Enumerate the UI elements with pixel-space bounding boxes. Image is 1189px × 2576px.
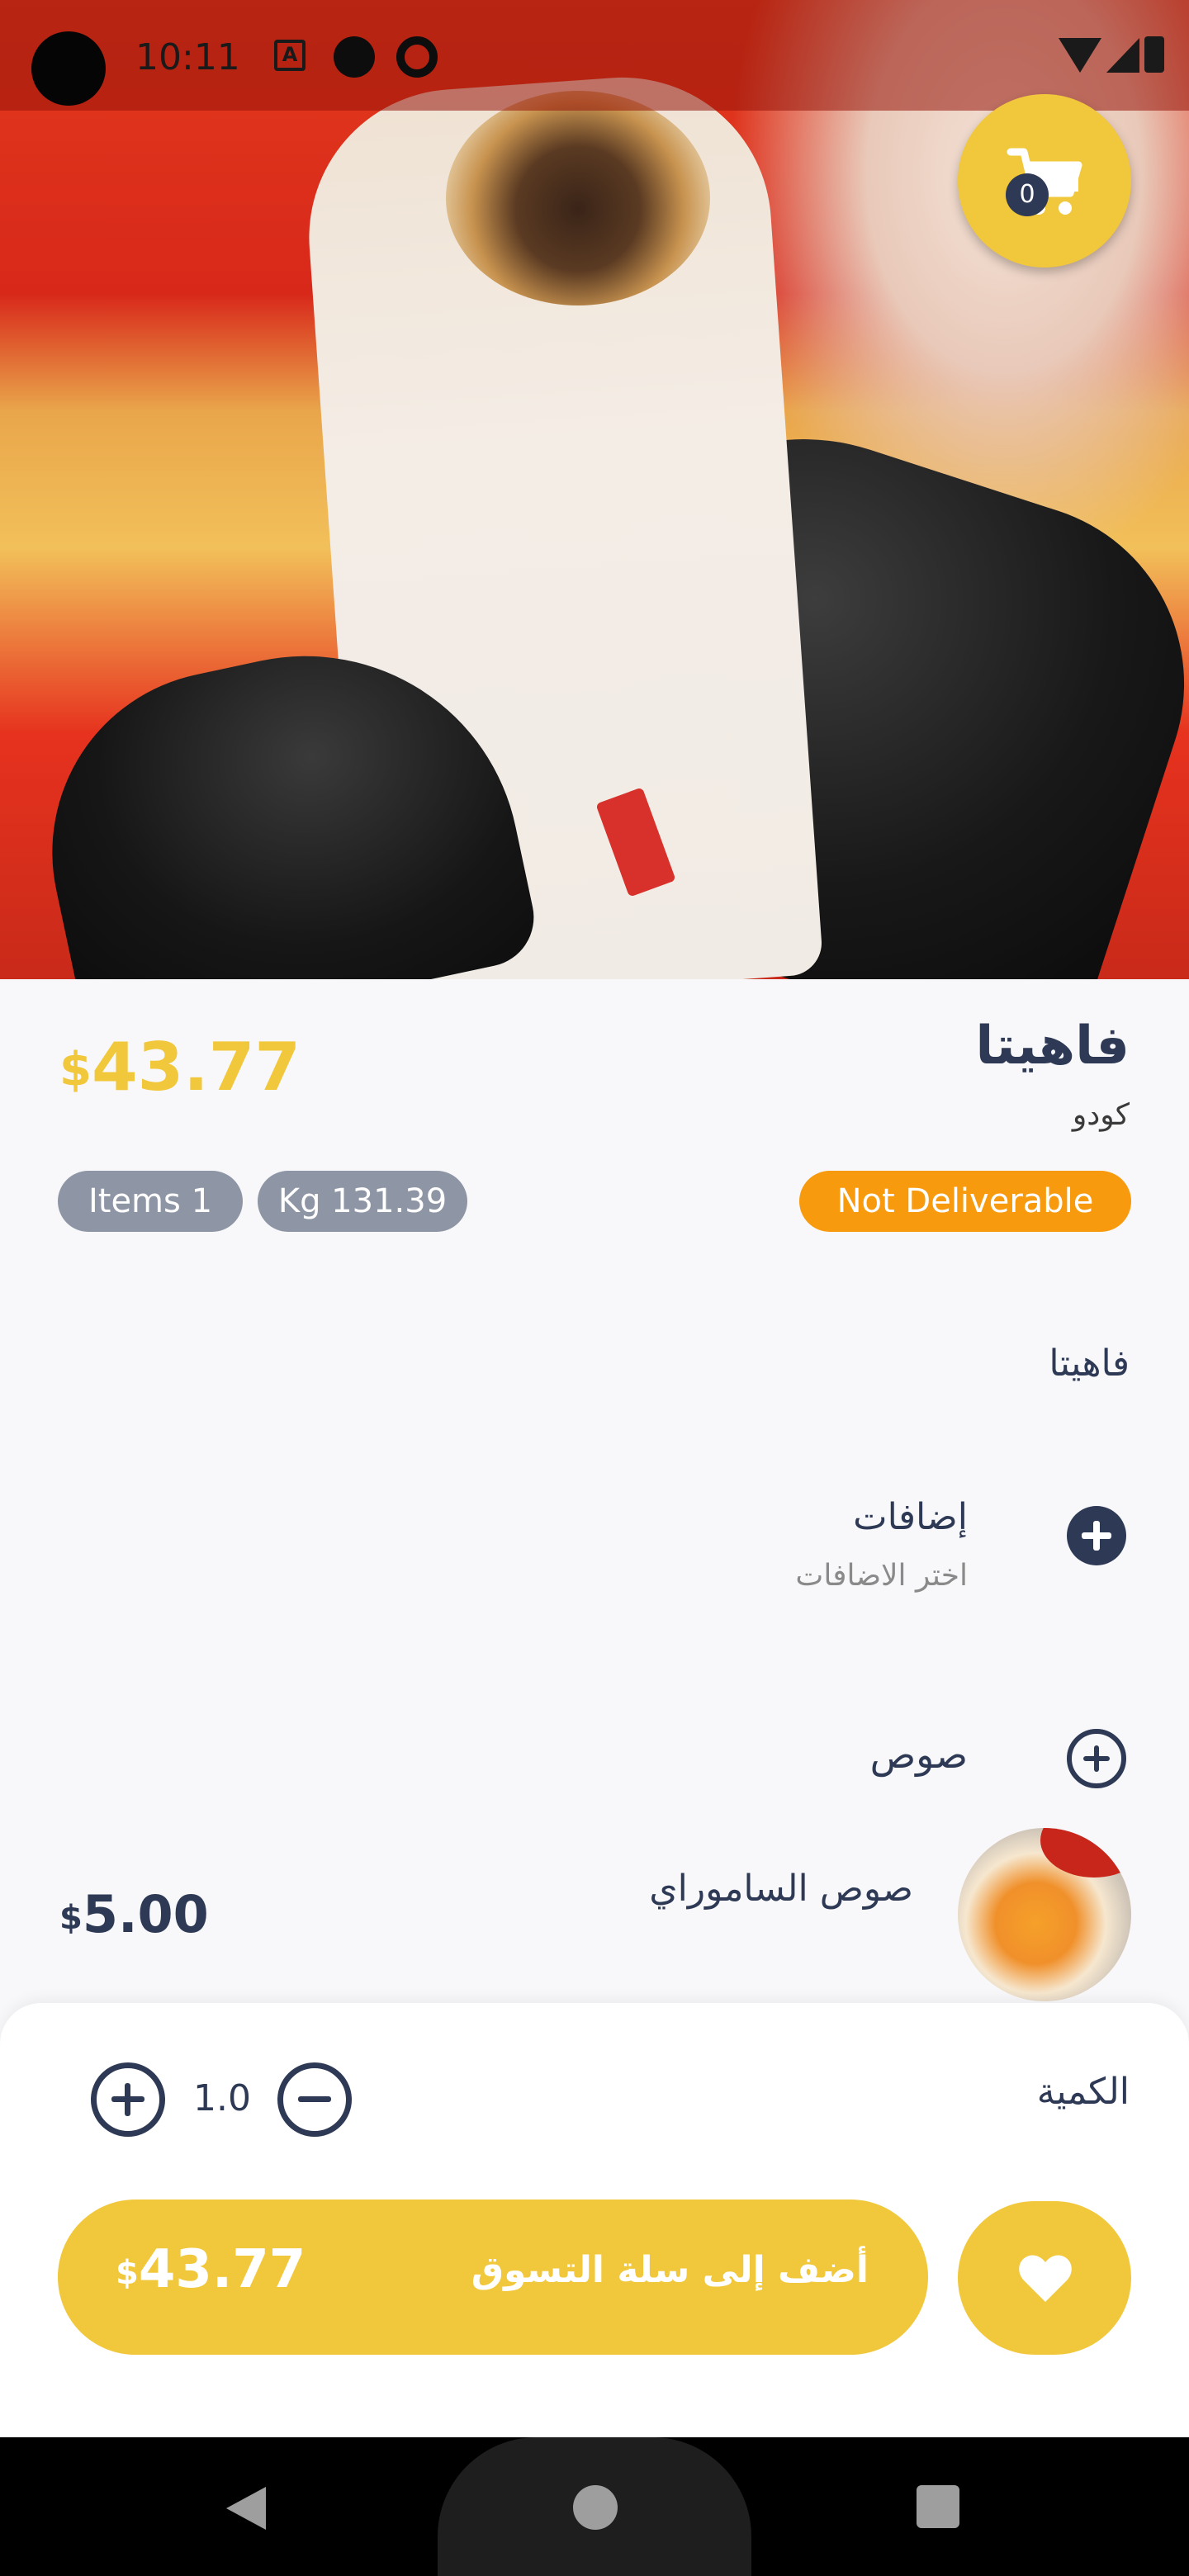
- quantity-increase-button[interactable]: [91, 2062, 165, 2137]
- product-title: فاهيتا: [975, 1016, 1130, 1077]
- add-to-cart-label: أضف إلى سلة التسوق: [471, 2249, 869, 2291]
- favorite-button[interactable]: [958, 2201, 1131, 2355]
- battery-icon: [1144, 36, 1164, 73]
- price-currency: $: [59, 1043, 92, 1096]
- sauce-image: [958, 1828, 1131, 2001]
- system-indicators: [1059, 36, 1164, 73]
- addons-subtitle: اختر الاضافات: [795, 1559, 968, 1593]
- sauce-section-title: صوص: [869, 1732, 968, 1777]
- camera-cutout: [31, 31, 106, 106]
- weight-badge: Kg 131.39: [258, 1171, 467, 1232]
- cell-signal-icon: [1106, 38, 1139, 73]
- notification-ring-icon: [396, 36, 438, 78]
- sauce-option-name[interactable]: صوص الساموراي: [649, 1868, 913, 1910]
- sauce-price-currency: $: [59, 1899, 83, 1937]
- heart-icon: [1019, 2255, 1072, 2302]
- add-sauce-button[interactable]: [1067, 1729, 1126, 1788]
- quantity-value: 1.0: [193, 2077, 251, 2119]
- cart-count-badge: 0: [1006, 173, 1049, 216]
- notification-a-icon: A: [274, 40, 306, 71]
- add-to-cart-button[interactable]: أضف إلى سلة التسوق $43.77: [58, 2200, 928, 2355]
- price-value: 43.77: [91, 1029, 301, 1106]
- quantity-label: الكمية: [1036, 2071, 1130, 2113]
- add-to-cart-price: $43.77: [116, 2239, 306, 2300]
- wrap-filling-shape: [446, 91, 710, 305]
- back-icon[interactable]: [226, 2487, 266, 2530]
- status-time: 10:11: [135, 36, 240, 78]
- add-addons-button[interactable]: [1067, 1506, 1126, 1565]
- wifi-icon: [1059, 38, 1101, 73]
- delivery-status-badge: Not Deliverable: [799, 1171, 1131, 1232]
- product-vendor: كودو: [1072, 1098, 1130, 1132]
- notification-dot-icon: [334, 36, 375, 78]
- quantity-decrease-button[interactable]: [277, 2062, 352, 2137]
- cart-button[interactable]: 0: [958, 94, 1131, 268]
- addons-title: إضافات: [853, 1496, 968, 1538]
- status-bar: 10:11 A: [0, 0, 1189, 111]
- recents-icon[interactable]: [917, 2485, 959, 2528]
- sauce-price-value: 5.00: [82, 1884, 209, 1944]
- home-icon[interactable]: [573, 2485, 618, 2530]
- add-to-cart-price-currency: $: [116, 2254, 139, 2292]
- add-to-cart-price-value: 43.77: [138, 2239, 306, 2300]
- items-badge: Items 1: [58, 1171, 243, 1232]
- product-description: فاهيتا: [1049, 1342, 1130, 1385]
- product-price: $43.77: [59, 1029, 301, 1106]
- sauce-option-price: $5.00: [59, 1884, 209, 1944]
